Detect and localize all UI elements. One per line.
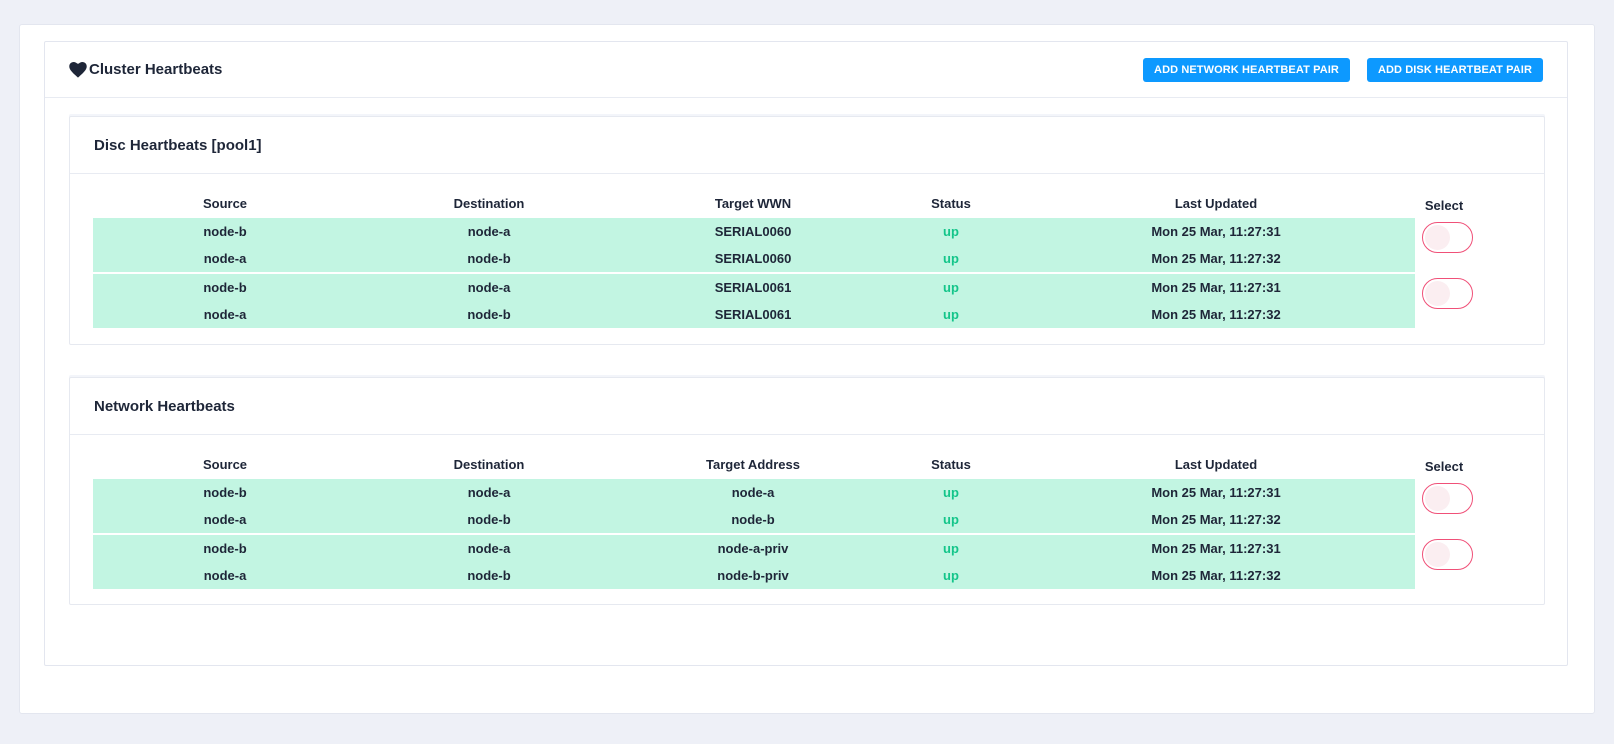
table-row: node-b node-a node-a-priv up Mon 25 Mar,… — [93, 535, 1415, 562]
disk-heartbeats-title: Disc Heartbeats [pool1] — [70, 117, 1544, 174]
cell-last-updated: Mon 25 Mar, 11:27:32 — [1151, 251, 1281, 266]
cell-destination: node-a — [467, 541, 511, 556]
panel-title-text: Cluster Heartbeats — [89, 61, 223, 78]
toggle-knob — [1425, 281, 1450, 306]
header-actions: ADD NETWORK HEARTBEAT PAIR ADD DISK HEAR… — [1143, 57, 1543, 82]
cell-last-updated: Mon 25 Mar, 11:27:31 — [1151, 224, 1281, 239]
column-header-target-wwn: Target WWN — [714, 196, 792, 211]
cell-last-updated: Mon 25 Mar, 11:27:31 — [1151, 541, 1281, 556]
heartbeat-pair-group: node-b node-a node-a-priv up Mon 25 Mar,… — [93, 535, 1415, 589]
cell-target: node-b — [731, 512, 775, 527]
cell-destination: node-b — [467, 512, 511, 527]
toggle-knob — [1425, 542, 1450, 567]
cell-status: up — [943, 251, 959, 266]
cell-last-updated: Mon 25 Mar, 11:27:32 — [1151, 568, 1281, 583]
network-heartbeats-card: Network Heartbeats Source Destination Ta… — [69, 377, 1545, 605]
add-network-heartbeat-pair-button[interactable]: ADD NETWORK HEARTBEAT PAIR — [1143, 57, 1350, 82]
heartbeat-pair-group: node-b node-a SERIAL0060 up Mon 25 Mar, … — [93, 218, 1415, 272]
cell-last-updated: Mon 25 Mar, 11:27:32 — [1151, 307, 1281, 322]
cell-source: node-a — [203, 512, 247, 527]
cell-source: node-a — [203, 568, 247, 583]
panel-header: Cluster Heartbeats ADD NETWORK HEARTBEAT… — [45, 42, 1567, 98]
cell-source: node-a — [203, 251, 247, 266]
cell-status: up — [943, 224, 959, 239]
select-toggle-pair-2[interactable] — [1422, 278, 1473, 309]
cell-destination: node-b — [467, 568, 511, 583]
add-disk-heartbeat-pair-button[interactable]: ADD DISK HEARTBEAT PAIR — [1366, 57, 1543, 82]
heartbeat-pair-group: node-b node-a SERIAL0061 up Mon 25 Mar, … — [93, 274, 1415, 328]
cell-destination: node-b — [467, 307, 511, 322]
select-toggle-pair-2[interactable] — [1422, 539, 1473, 570]
select-toggle-pair-1[interactable] — [1422, 222, 1473, 253]
table-header: Source Destination Target WWN Status Las… — [93, 189, 1415, 218]
cell-source: node-b — [203, 541, 247, 556]
heart-icon — [69, 61, 87, 78]
cell-source: node-b — [203, 224, 247, 239]
cell-target: node-b-priv — [717, 568, 789, 583]
column-header-source: Source — [202, 196, 248, 211]
cell-target: node-a — [731, 485, 775, 500]
cell-target: SERIAL0060 — [714, 251, 792, 266]
cell-status: up — [943, 512, 959, 527]
column-header-last-updated: Last Updated — [1174, 457, 1258, 472]
cell-last-updated: Mon 25 Mar, 11:27:31 — [1151, 485, 1281, 500]
cell-last-updated: Mon 25 Mar, 11:27:32 — [1151, 512, 1281, 527]
table-row: node-a node-b node-b up Mon 25 Mar, 11:2… — [93, 506, 1415, 533]
cell-status: up — [943, 280, 959, 295]
table-row: node-b node-a SERIAL0061 up Mon 25 Mar, … — [93, 274, 1415, 301]
page-container: Cluster Heartbeats ADD NETWORK HEARTBEAT… — [19, 24, 1595, 714]
column-header-destination: Destination — [453, 457, 525, 472]
cell-status: up — [943, 485, 959, 500]
cluster-heartbeats-panel: Cluster Heartbeats ADD NETWORK HEARTBEAT… — [44, 41, 1568, 666]
panel-title: Cluster Heartbeats — [69, 61, 222, 78]
disk-heartbeats-table: Source Destination Target WWN Status Las… — [93, 189, 1415, 330]
table-row: node-b node-a node-a up Mon 25 Mar, 11:2… — [93, 479, 1415, 506]
cell-destination: node-a — [467, 485, 511, 500]
column-header-source: Source — [202, 457, 248, 472]
table-row: node-a node-b SERIAL0061 up Mon 25 Mar, … — [93, 301, 1415, 328]
table-header: Source Destination Target Address Status… — [93, 450, 1415, 479]
select-column: Select — [1414, 189, 1474, 309]
cell-status: up — [943, 568, 959, 583]
column-header-status: Status — [931, 196, 971, 211]
cell-target: node-a-priv — [717, 541, 789, 556]
column-header-select: Select — [1424, 459, 1464, 474]
cell-destination: node-b — [467, 251, 511, 266]
disk-heartbeats-card: Disc Heartbeats [pool1] Source Destinati… — [69, 116, 1545, 345]
cell-last-updated: Mon 25 Mar, 11:27:31 — [1151, 280, 1281, 295]
cell-source: node-b — [203, 485, 247, 500]
select-column: Select — [1414, 450, 1474, 570]
cell-destination: node-a — [467, 280, 511, 295]
toggle-knob — [1425, 225, 1450, 250]
table-row: node-b node-a SERIAL0060 up Mon 25 Mar, … — [93, 218, 1415, 245]
table-row: node-a node-b SERIAL0060 up Mon 25 Mar, … — [93, 245, 1415, 272]
network-heartbeats-table: Source Destination Target Address Status… — [93, 450, 1415, 591]
cell-status: up — [943, 307, 959, 322]
column-header-destination: Destination — [453, 196, 525, 211]
cell-target: SERIAL0061 — [714, 307, 792, 322]
column-header-target-address: Target Address — [706, 457, 800, 472]
column-header-last-updated: Last Updated — [1174, 196, 1258, 211]
table-row: node-a node-b node-b-priv up Mon 25 Mar,… — [93, 562, 1415, 589]
cell-target: SERIAL0060 — [714, 224, 792, 239]
cell-source: node-a — [203, 307, 247, 322]
column-header-select: Select — [1424, 198, 1464, 213]
select-toggle-pair-1[interactable] — [1422, 483, 1473, 514]
heartbeat-pair-group: node-b node-a node-a up Mon 25 Mar, 11:2… — [93, 479, 1415, 533]
column-header-status: Status — [931, 457, 971, 472]
cell-source: node-b — [203, 280, 247, 295]
network-heartbeats-title: Network Heartbeats — [70, 378, 1544, 435]
cell-destination: node-a — [467, 224, 511, 239]
cell-target: SERIAL0061 — [714, 280, 792, 295]
toggle-knob — [1425, 486, 1450, 511]
cell-status: up — [943, 541, 959, 556]
